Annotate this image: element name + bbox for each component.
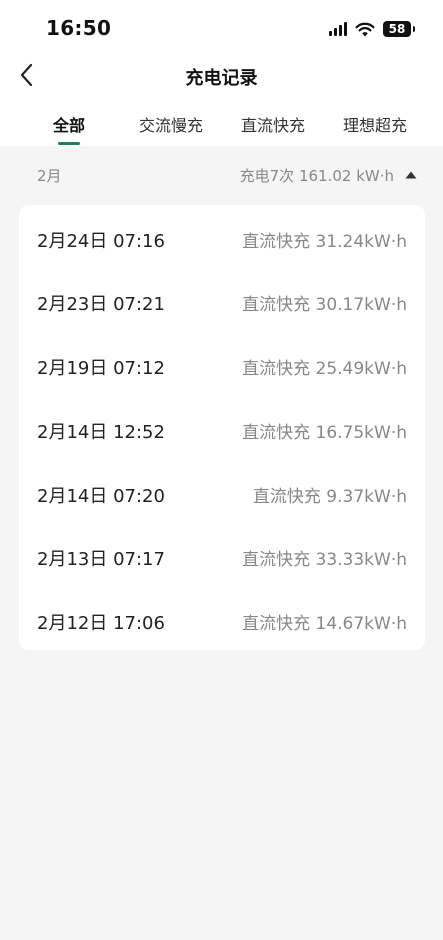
record-datetime: 2月12日 17:06 [37,613,165,634]
charging-record-row[interactable]: 2月23日 07:21 直流快充 30.17kW·h [19,270,425,330]
nav-bar: 充电记录 [0,58,443,98]
record-detail: 直流快充 14.67kW·h [242,614,407,634]
record-datetime: 2月14日 07:20 [37,486,165,507]
record-datetime: 2月24日 07:16 [37,231,165,252]
record-datetime: 2月23日 07:21 [37,294,165,315]
record-detail: 直流快充 30.17kW·h [242,295,407,315]
charging-record-row[interactable]: 2月14日 07:20 直流快充 9.37kW·h [19,462,425,522]
charging-record-row[interactable]: 2月19日 07:12 直流快充 25.49kW·h [19,334,425,394]
wifi-icon [355,22,375,37]
tab-all[interactable]: 全部 [53,112,85,136]
record-detail: 直流快充 9.37kW·h [252,487,407,507]
cellular-signal-icon [329,22,347,36]
record-detail: 直流快充 33.33kW·h [242,550,407,570]
charging-record-row[interactable]: 2月13日 07:17 直流快充 33.33kW·h [19,525,425,585]
month-group-header[interactable]: 2月 充电7次 161.02 kW·h [0,146,443,204]
tab-li-supercharge[interactable]: 理想超充 [343,112,407,136]
records-card: 2月24日 07:16 直流快充 31.24kW·h 2月23日 07:21 直… [19,205,425,650]
month-label: 2月 [37,167,62,185]
battery-icon: 58 [383,21,415,37]
charging-record-row[interactable]: 2月24日 07:16 直流快充 31.24kW·h [19,207,425,267]
record-datetime: 2月13日 07:17 [37,549,165,570]
active-tab-indicator [58,142,80,145]
record-datetime: 2月14日 12:52 [37,422,165,443]
charging-record-row[interactable]: 2月14日 12:52 直流快充 16.75kW·h [19,398,425,458]
tab-dc-fast-charge[interactable]: 直流快充 [241,112,305,136]
record-datetime: 2月19日 07:12 [37,358,165,379]
charging-records-screen: 16:50 58 充电记录 全部 交流慢充 直流快充 理想超充 2月 充电7次 [0,0,443,940]
status-icons: 58 [329,19,415,39]
record-detail: 直流快充 31.24kW·h [242,232,407,252]
caret-up-icon[interactable] [405,171,417,179]
record-detail: 直流快充 25.49kW·h [242,359,407,379]
month-summary: 充电7次 161.02 kW·h [239,167,394,185]
charging-record-row[interactable]: 2月12日 17:06 直流快充 14.67kW·h [19,589,425,649]
tab-ac-slow-charge[interactable]: 交流慢充 [139,112,203,136]
page-title: 充电记录 [185,68,258,89]
record-detail: 直流快充 16.75kW·h [242,423,407,443]
status-bar: 16:50 58 [0,0,443,58]
filter-tabs: 全部 交流慢充 直流快充 理想超充 [0,98,443,146]
status-time: 16:50 [46,16,112,40]
